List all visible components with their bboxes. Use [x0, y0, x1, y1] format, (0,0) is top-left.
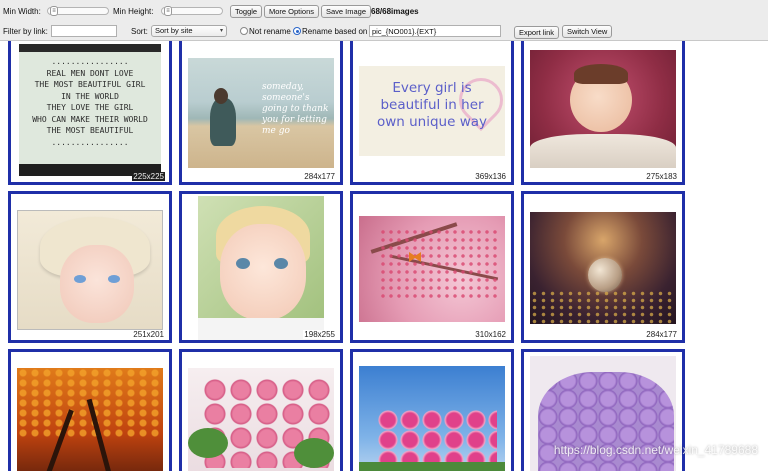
- image-thumbnail: [530, 212, 676, 324]
- image-thumbnail: someday, someone's going to thank you fo…: [188, 58, 334, 168]
- filter-input[interactable]: [51, 25, 117, 37]
- image-dimensions: 284x177: [645, 330, 678, 339]
- quote-line: beautiful in her: [380, 97, 484, 113]
- min-height-slider[interactable]: ≡: [161, 6, 223, 16]
- image-card[interactable]: 275x183: [521, 41, 685, 185]
- rename-based-on-radio[interactable]: [293, 27, 301, 35]
- save-image-button[interactable]: Save Image: [321, 5, 372, 18]
- quote-line: THE MOST BEAUTIFUL GIRL: [34, 80, 146, 89]
- quote-line: ................: [51, 137, 129, 147]
- image-thumbnail: [17, 368, 163, 471]
- quote-line: WHO CAN MAKE THEIR WORLD: [32, 114, 148, 124]
- quote-line: THEY LOVE THE GIRL: [46, 103, 134, 112]
- min-width-slider-handle[interactable]: ≡: [50, 6, 58, 16]
- image-thumbnail: Every girl is beautiful in her own uniqu…: [359, 66, 505, 156]
- quote-line: REAL MEN DONT LOVE: [46, 68, 134, 78]
- image-count: 68/68images: [371, 7, 419, 16]
- image-thumbnail: [359, 216, 505, 322]
- sort-select-value: Sort by site: [155, 26, 193, 35]
- not-rename-radio[interactable]: [240, 27, 248, 35]
- image-thumbnail: [530, 50, 676, 168]
- min-width-label: Min Width:: [3, 7, 41, 16]
- quote-line: own unique way: [376, 114, 488, 130]
- image-dimensions: 225x225: [132, 172, 165, 181]
- image-card[interactable]: [350, 349, 514, 471]
- image-card[interactable]: [8, 349, 172, 471]
- image-dimensions: 284x177: [303, 172, 336, 181]
- image-card[interactable]: ................ REAL MEN DONT LOVE THE …: [8, 41, 172, 185]
- image-card[interactable]: 310x162: [350, 191, 514, 343]
- quote-text: someday, someone's going to thank you fo…: [262, 82, 329, 136]
- image-dimensions: 275x183: [645, 172, 678, 181]
- not-rename-label: Not rename: [249, 27, 291, 36]
- toolbar: Min Width: ≡ Min Height: ≡ Toggle More O…: [0, 0, 768, 41]
- image-thumbnail: [188, 368, 334, 471]
- watermark-text: https://blog.csdn.net/weixin_41789688: [553, 443, 758, 457]
- image-thumbnail: ................ REAL MEN DONT LOVE THE …: [19, 44, 161, 176]
- min-width-slider[interactable]: ≡: [47, 6, 109, 16]
- rename-pattern-input[interactable]: [369, 25, 501, 37]
- image-card[interactable]: Every girl is beautiful in her own uniqu…: [350, 41, 514, 185]
- quote-line: IN THE WORLD: [61, 91, 119, 101]
- image-card[interactable]: someday, someone's going to thank you fo…: [179, 41, 343, 185]
- rename-based-on-label: Rename based on: [302, 27, 368, 36]
- image-dimensions: 369x136: [474, 172, 507, 181]
- min-height-label: Min Height:: [113, 7, 154, 16]
- quote-line: THE MOST BEAUTIFUL: [46, 126, 134, 135]
- export-link-button[interactable]: Export link: [514, 26, 560, 39]
- image-thumbnail: [359, 366, 505, 471]
- image-card[interactable]: 198x255: [179, 191, 343, 343]
- image-thumbnail: [17, 210, 163, 330]
- filter-label: Filter by link:: [3, 27, 48, 36]
- image-card[interactable]: [179, 349, 343, 471]
- image-card[interactable]: 284x177: [521, 191, 685, 343]
- image-dimensions: 198x255: [303, 330, 336, 339]
- sort-label: Sort:: [131, 27, 148, 36]
- sort-select[interactable]: Sort by site ▾: [151, 25, 227, 37]
- min-height-slider-handle[interactable]: ≡: [164, 6, 172, 16]
- toggle-button[interactable]: Toggle: [230, 5, 263, 18]
- image-dimensions: 310x162: [474, 330, 507, 339]
- quote-line: ................: [51, 57, 129, 66]
- image-thumbnail: [198, 196, 324, 340]
- image-dimensions: 251x201: [132, 330, 165, 339]
- more-options-button[interactable]: More Options: [264, 5, 320, 18]
- image-grid: ................ REAL MEN DONT LOVE THE …: [0, 41, 768, 471]
- chevron-down-icon: ▾: [219, 28, 223, 34]
- switch-view-button[interactable]: Switch View: [562, 25, 613, 38]
- quote-line: Every girl is: [392, 80, 472, 96]
- image-card[interactable]: 251x201: [8, 191, 172, 343]
